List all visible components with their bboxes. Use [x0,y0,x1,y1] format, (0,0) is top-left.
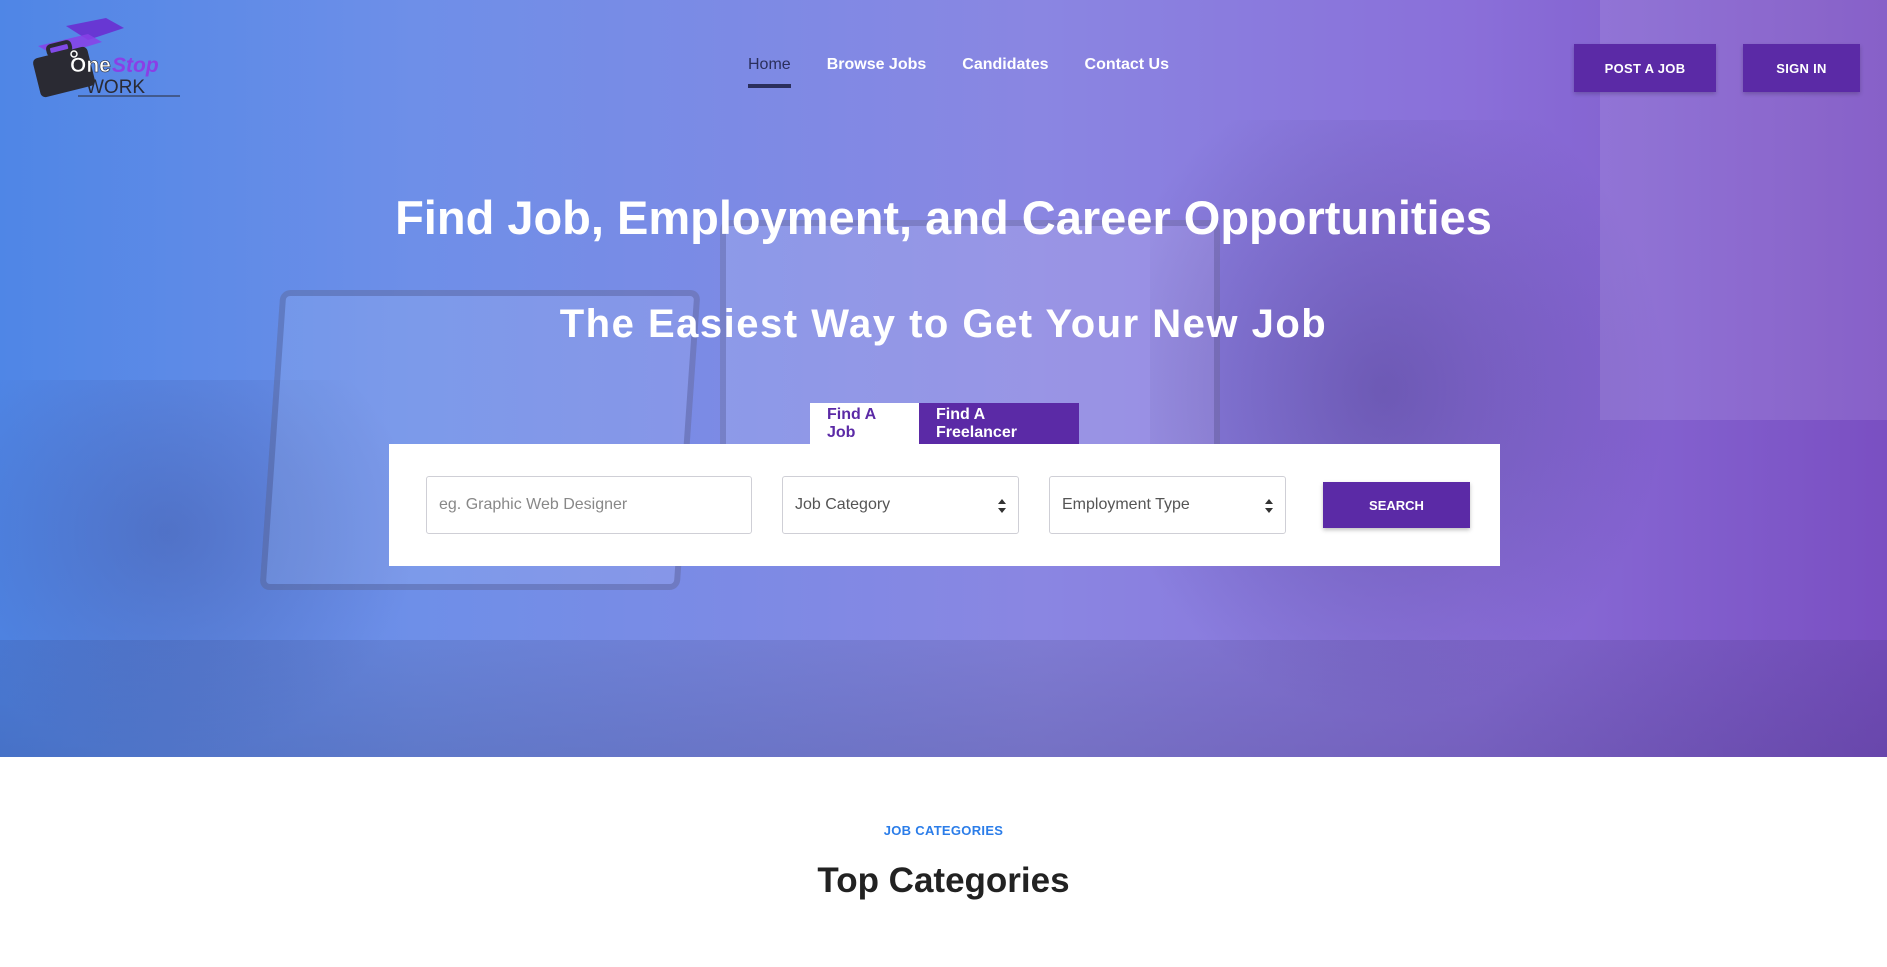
sign-in-button[interactable]: SIGN IN [1743,44,1860,92]
tab-find-a-freelancer[interactable]: Find A Freelancer [919,403,1079,444]
svg-text:Stop: Stop [112,54,159,77]
nav-item-browse-jobs[interactable]: Browse Jobs [819,52,935,88]
briefcase-logo-icon: One Stop WORK [33,18,180,98]
tab-find-a-job[interactable]: Find A Job [810,403,919,444]
nav-item-candidates[interactable]: Candidates [954,52,1056,88]
post-a-job-button[interactable]: POST A JOB [1574,44,1716,92]
section-eyebrow: JOB CATEGORIES [883,823,1004,838]
select-arrows-icon [998,499,1006,513]
hero-banner: One Stop WORK Home Browse Jobs Candidate… [0,0,1887,757]
employment-type-value: Employment Type [1062,496,1190,513]
select-arrows-icon [1265,499,1273,513]
main-nav: Home Browse Jobs Candidates Contact Us [740,52,1197,88]
nav-item-home[interactable]: Home [740,52,799,88]
site-logo[interactable]: One Stop WORK [28,16,188,102]
svg-text:One: One [70,54,111,77]
svg-text:WORK: WORK [86,77,145,98]
job-category-select[interactable]: Job Category [782,476,1019,534]
job-category-value: Job Category [795,496,891,513]
categories-section: JOB CATEGORIES Top Categories [0,757,1887,967]
keyword-placeholder: eg. Graphic Web Designer [439,496,628,513]
job-search-form: eg. Graphic Web Designer Job Category Em… [389,444,1500,566]
hero-subheadline: The Easiest Way to Get Your New Job [559,302,1328,346]
nav-item-contact-us[interactable]: Contact Us [1077,52,1177,88]
hero-headline: Find Job, Employment, and Career Opportu… [395,191,1492,244]
employment-type-select[interactable]: Employment Type [1049,476,1286,534]
background-table [0,640,1887,757]
background-person-left [0,380,420,757]
section-title: Top Categories [817,861,1070,900]
site-header: One Stop WORK Home Browse Jobs Candidate… [0,0,1887,130]
keyword-input[interactable]: eg. Graphic Web Designer [426,476,752,534]
search-button[interactable]: SEARCH [1323,482,1470,528]
search-tabs: Find A Job Find A Freelancer [810,403,1079,444]
